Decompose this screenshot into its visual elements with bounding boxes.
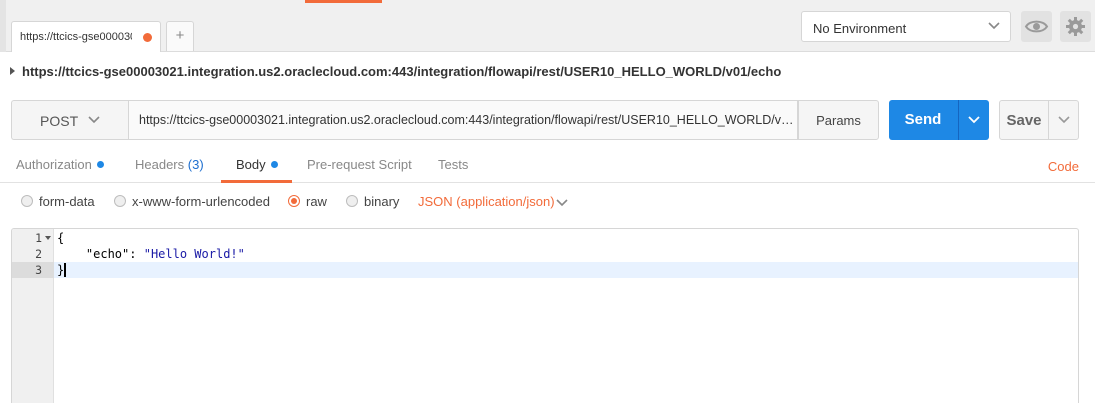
request-title-text: https://ttcics-gse00003021.integration.u… xyxy=(22,64,782,79)
eye-icon xyxy=(1024,20,1049,33)
text-cursor xyxy=(64,263,66,277)
radio-binary-label: binary xyxy=(364,194,400,209)
tab-body[interactable]: Body xyxy=(236,157,278,172)
code-line-1: { xyxy=(57,231,65,245)
tab-headers[interactable]: Headers (3) xyxy=(135,157,204,172)
radio-circle-selected xyxy=(288,195,300,207)
radio-raw-label: raw xyxy=(306,194,327,209)
json-key: "echo" xyxy=(85,247,130,261)
request-tab[interactable]: https://ttcics-gse00003021.integration.u… xyxy=(11,21,161,52)
tab-headers-label: Headers xyxy=(135,157,185,172)
active-tab-underline xyxy=(221,180,292,183)
method-select[interactable]: POST xyxy=(11,100,128,140)
tab-pre-request-script[interactable]: Pre-request Script xyxy=(307,157,412,172)
params-button[interactable]: Params xyxy=(798,100,879,140)
new-tab-button[interactable]: + xyxy=(166,21,194,51)
content-type-select[interactable]: JSON (application/json) xyxy=(418,194,555,209)
update-indicator xyxy=(305,0,382,3)
request-title[interactable]: https://ttcics-gse00003021.integration.u… xyxy=(10,64,1090,79)
save-button-label: Save xyxy=(1006,112,1042,129)
headers-count: (3) xyxy=(187,157,204,172)
line-number: 1 xyxy=(35,231,42,245)
caret-right-icon xyxy=(10,67,15,75)
radio-raw[interactable]: raw xyxy=(288,194,327,209)
environment-select[interactable]: No Environment xyxy=(801,11,1011,42)
save-divider xyxy=(1048,101,1049,139)
chevron-down-icon xyxy=(988,22,1000,30)
send-button-label: Send xyxy=(904,111,942,128)
request-subtabs: Authorization Headers (3) Body Pre-reque… xyxy=(0,150,1095,183)
tab-body-label: Body xyxy=(236,157,266,172)
body-editor[interactable]: 1 2 3 { "echo": "Hello World!" } xyxy=(11,228,1079,403)
environment-quick-look-button[interactable] xyxy=(1021,11,1052,42)
manage-environments-button[interactable] xyxy=(1060,11,1091,42)
radio-circle xyxy=(21,195,33,207)
save-button[interactable]: Save xyxy=(999,100,1079,140)
chevron-down-icon xyxy=(88,116,100,124)
tab-authorization-label: Authorization xyxy=(16,157,92,172)
gear-icon xyxy=(1066,17,1085,36)
radio-form-data-label: form-data xyxy=(39,194,95,209)
tab-bar-edge xyxy=(0,0,6,52)
radio-form-data[interactable]: form-data xyxy=(21,194,95,209)
url-input[interactable]: https://ttcics-gse00003021.integration.u… xyxy=(128,100,798,140)
send-button[interactable]: Send xyxy=(889,100,989,140)
radio-binary[interactable]: binary xyxy=(346,194,399,209)
radio-circle xyxy=(346,195,358,207)
tab-bar: https://ttcics-gse00003021.integration.u… xyxy=(0,0,1095,52)
json-separator: : xyxy=(129,247,144,261)
radio-urlencoded[interactable]: x-www-form-urlencoded xyxy=(114,194,270,209)
authorization-set-dot xyxy=(96,161,104,168)
active-line-highlight xyxy=(12,262,1078,278)
params-button-label: Params xyxy=(816,113,861,128)
body-type-selector: form-data x-www-form-urlencoded raw bina… xyxy=(0,190,1095,214)
tab-authorization[interactable]: Authorization xyxy=(16,157,104,172)
environment-select-label: No Environment xyxy=(813,21,907,36)
radio-urlencoded-label: x-www-form-urlencoded xyxy=(132,194,270,209)
code-line-2: "echo": "Hello World!" xyxy=(57,247,245,261)
radio-circle xyxy=(114,195,126,207)
url-input-value: https://ttcics-gse00003021.integration.u… xyxy=(139,113,794,127)
tab-tests[interactable]: Tests xyxy=(438,157,468,172)
request-tab-label: https://ttcics-gse00003021.integration.u… xyxy=(20,31,132,43)
unsaved-changes-dot xyxy=(143,33,152,42)
code-link[interactable]: Code xyxy=(1048,159,1079,174)
method-label: POST xyxy=(40,113,79,129)
fold-arrow-icon[interactable] xyxy=(45,236,51,240)
chevron-down-icon[interactable] xyxy=(555,196,569,210)
chevron-down-icon[interactable] xyxy=(967,113,981,127)
line-number: 2 xyxy=(35,247,42,261)
chevron-down-icon[interactable] xyxy=(1057,113,1071,127)
json-string-value: "Hello World!" xyxy=(143,247,245,261)
body-set-dot xyxy=(270,161,278,168)
line-number: 3 xyxy=(35,263,42,277)
send-divider xyxy=(958,100,959,140)
